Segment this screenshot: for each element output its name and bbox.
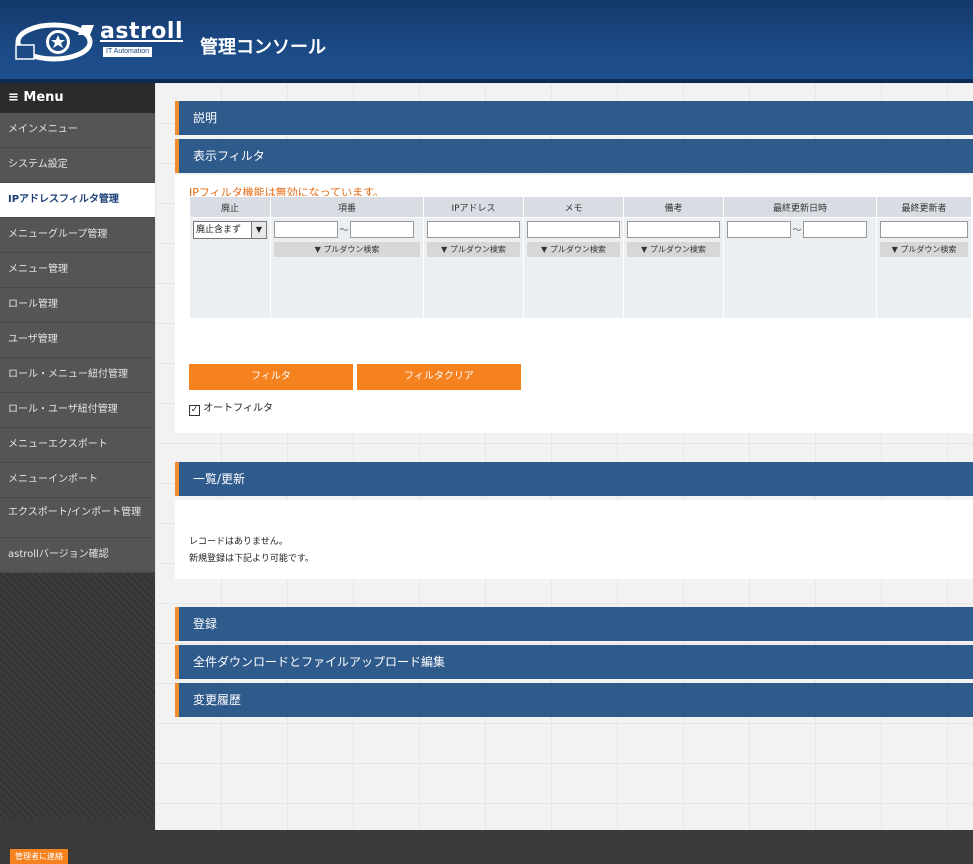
sidebar-item-system-settings[interactable]: システム設定 xyxy=(0,148,155,183)
sidebar-item-menu-import[interactable]: メニューインポート xyxy=(0,463,155,498)
range-separator: ～ xyxy=(339,226,349,236)
col-header-number: 項番 xyxy=(270,196,424,218)
updated-to-input[interactable] xyxy=(803,221,867,238)
sidebar-item-user-management[interactable]: ユーザ管理 xyxy=(0,323,155,358)
section-display-filter[interactable]: 表示フィルタ xyxy=(175,139,973,173)
page-title: 管理コンソール xyxy=(200,37,326,58)
section-change-history[interactable]: 変更履歴 xyxy=(175,683,973,717)
section-bulk-download-upload[interactable]: 全件ダウンロードとファイルアップロード編集 xyxy=(175,645,973,679)
updater-pulldown-button[interactable]: ▼ プルダウン検索 xyxy=(880,242,968,257)
logo-subtitle: IT Automation xyxy=(103,47,153,57)
memo-pulldown-button[interactable]: ▼ プルダウン検索 xyxy=(527,242,620,257)
number-to-input[interactable] xyxy=(350,221,414,238)
section-list-update[interactable]: 一覧/更新 xyxy=(175,462,973,496)
sidebar-item-version[interactable]: astrollバージョン確認 xyxy=(0,538,155,573)
filter-panel: IPフィルタ機能は無効になっています。 廃止 項番 IPアドレス メモ 備考 最… xyxy=(175,175,973,433)
chevron-down-icon: ▼ xyxy=(251,222,266,238)
auto-filter-label: オートフィルタ xyxy=(203,403,273,414)
sidebar-item-role-user-link[interactable]: ロール・ユーザ紐付管理 xyxy=(0,393,155,428)
sidebar-item-menu-export[interactable]: メニューエクスポート xyxy=(0,428,155,463)
no-records-message: レコードはありません。 xyxy=(189,537,288,547)
auto-filter-checkbox[interactable]: ✓ xyxy=(189,405,200,416)
main-content: 説明 表示フィルタ IPフィルタ機能は無効になっています。 廃止 項番 IPアド… xyxy=(155,83,973,830)
astroll-logo[interactable]: astroll IT Automation xyxy=(12,19,183,63)
list-panel: レコードはありません。 新規登録は下記より可能です。 xyxy=(175,500,973,579)
logo-emblem-icon xyxy=(15,22,94,62)
filter-button[interactable]: フィルタ xyxy=(189,364,353,390)
sidebar-item-role-menu-link[interactable]: ロール・メニュー紐付管理 xyxy=(0,358,155,393)
discard-select[interactable]: 廃止含まず ▼ xyxy=(193,221,267,239)
remarks-input[interactable] xyxy=(627,221,720,238)
contact-admin-button[interactable]: 管理者に連絡 xyxy=(10,849,68,864)
col-header-memo: メモ xyxy=(523,196,624,218)
menu-toggle[interactable]: ≡ Menu xyxy=(0,83,155,113)
col-header-ip-address: IPアドレス xyxy=(423,196,524,218)
app-header: astroll IT Automation 管理コンソール xyxy=(0,0,973,83)
memo-input[interactable] xyxy=(527,221,620,238)
last-updater-cell: ▼ プルダウン検索 xyxy=(876,217,972,319)
footer: 管理者に連絡 xyxy=(0,830,973,864)
remarks-pulldown-button[interactable]: ▼ プルダウン検索 xyxy=(627,242,720,257)
filter-clear-button[interactable]: フィルタクリア xyxy=(357,364,521,390)
col-header-discard: 廃止 xyxy=(189,196,271,218)
col-header-remarks: 備考 xyxy=(623,196,724,218)
register-hint-message: 新規登録は下記より可能です。 xyxy=(189,554,314,564)
filter-table: 廃止 項番 IPアドレス メモ 備考 最終更新日時 最終更新者 廃止含まず ▼ … xyxy=(189,196,972,319)
last-updated-cell: ～ xyxy=(723,217,877,319)
sidebar-item-menu-group[interactable]: メニューグループ管理 xyxy=(0,218,155,253)
section-register[interactable]: 登録 xyxy=(175,607,973,641)
sidebar: ≡ Menu メインメニュー システム設定 IPアドレスフィルタ管理 メニューグ… xyxy=(0,83,155,819)
range-separator: ～ xyxy=(792,226,802,236)
logo-text: astroll xyxy=(100,19,184,44)
ip-pulldown-button[interactable]: ▼ プルダウン検索 xyxy=(427,242,520,257)
discard-cell: 廃止含まず ▼ xyxy=(189,217,271,319)
last-updater-input[interactable] xyxy=(880,221,968,238)
updated-from-input[interactable] xyxy=(727,221,791,238)
ip-cell: ▼ プルダウン検索 xyxy=(423,217,524,319)
sidebar-item-role-management[interactable]: ロール管理 xyxy=(0,288,155,323)
number-pulldown-button[interactable]: ▼ プルダウン検索 xyxy=(274,242,420,257)
remarks-cell: ▼ プルダウン検索 xyxy=(623,217,724,319)
sidebar-item-export-import-management[interactable]: エクスポート/インポート管理 xyxy=(0,498,155,538)
col-header-last-updated: 最終更新日時 xyxy=(723,196,877,218)
sidebar-item-ip-filter[interactable]: IPアドレスフィルタ管理 xyxy=(0,183,155,218)
auto-filter-option[interactable]: ✓ オートフィルタ xyxy=(189,399,273,416)
discard-select-value: 廃止含まず xyxy=(196,225,242,235)
memo-cell: ▼ プルダウン検索 xyxy=(523,217,624,319)
ip-address-input[interactable] xyxy=(427,221,520,238)
number-cell: ～ ▼ プルダウン検索 xyxy=(270,217,424,319)
col-header-last-updater: 最終更新者 xyxy=(876,196,972,218)
sidebar-item-menu-management[interactable]: メニュー管理 xyxy=(0,253,155,288)
sidebar-item-main-menu[interactable]: メインメニュー xyxy=(0,113,155,148)
number-from-input[interactable] xyxy=(274,221,338,238)
section-description[interactable]: 説明 xyxy=(175,101,973,135)
